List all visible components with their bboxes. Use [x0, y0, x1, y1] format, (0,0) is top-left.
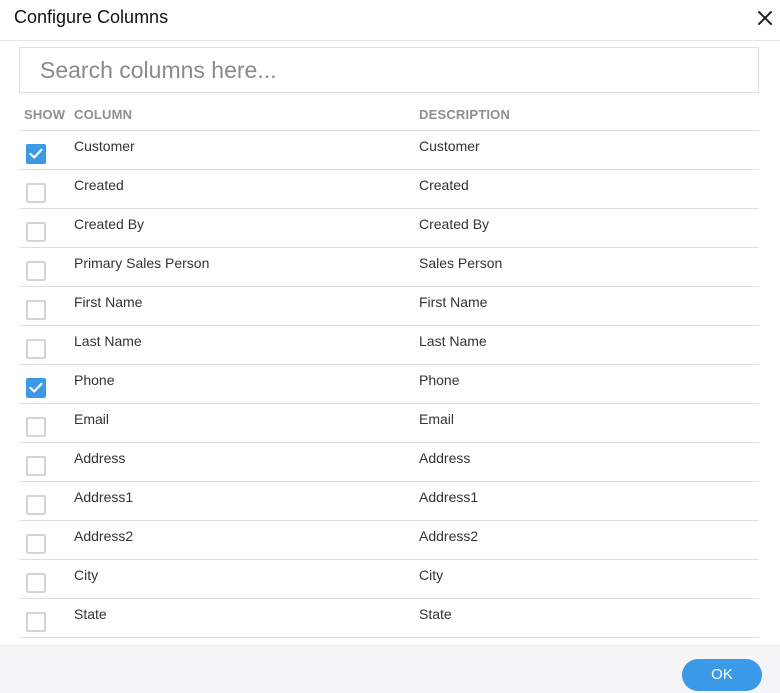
ok-button[interactable]: OK	[682, 659, 762, 691]
show-checkbox[interactable]	[26, 261, 46, 281]
search-columns-input[interactable]	[19, 47, 759, 93]
column-description: Created By	[419, 216, 490, 232]
column-description: Phone	[419, 372, 460, 388]
show-checkbox[interactable]	[26, 495, 46, 515]
column-name: Last Name	[74, 333, 142, 349]
column-name: Customer	[74, 138, 135, 154]
column-name: City	[74, 567, 99, 583]
dialog-footer: OK	[0, 645, 780, 693]
column-description: Address2	[419, 528, 479, 544]
show-checkbox[interactable]	[26, 183, 46, 203]
column-name: Created	[74, 177, 124, 193]
table-row: Address2 Address2	[19, 521, 759, 560]
show-checkbox[interactable]	[26, 222, 46, 242]
column-description: Created	[419, 177, 469, 193]
description-column-header: DESCRIPTION	[419, 107, 511, 122]
show-checkbox[interactable]	[26, 573, 46, 593]
table-row: Created By Created By	[19, 209, 759, 248]
close-icon[interactable]	[756, 9, 774, 27]
show-checkbox[interactable]	[26, 339, 46, 359]
show-checkbox[interactable]	[26, 300, 46, 320]
table-row: City City	[19, 560, 759, 599]
column-description: Email	[419, 411, 455, 427]
table-row: Email Email	[19, 404, 759, 443]
column-name: Address	[74, 450, 126, 466]
show-checkbox[interactable]	[26, 612, 46, 632]
column-description: First Name	[419, 294, 488, 310]
show-checkbox[interactable]	[26, 144, 46, 164]
show-checkbox[interactable]	[26, 417, 46, 437]
column-name: Created By	[74, 216, 145, 232]
table-row: Phone Phone	[19, 365, 759, 404]
column-name: Address1	[74, 489, 134, 505]
column-column-header: COLUMN	[74, 107, 133, 122]
columns-list: Customer Customer Created Created Created By…	[19, 131, 759, 639]
table-row: Primary Sales Person Sales Person	[19, 248, 759, 287]
table-row: Created Created	[19, 170, 759, 209]
table-row: State State	[19, 599, 759, 638]
show-column-header: SHOW	[24, 107, 66, 122]
column-name: First Name	[74, 294, 143, 310]
show-checkbox[interactable]	[26, 534, 46, 554]
show-checkbox[interactable]	[26, 456, 46, 476]
checkmark-icon	[29, 382, 43, 393]
table-header: SHOW COLUMN DESCRIPTION	[19, 103, 759, 131]
configure-columns-dialog: Configure Columns SHOW COLUMN DESCRIPTIO…	[0, 0, 780, 693]
table-row: Last Name Last Name	[19, 326, 759, 365]
column-description: Last Name	[419, 333, 487, 349]
table-row: Address1 Address1	[19, 482, 759, 521]
column-name: Primary Sales Person	[74, 255, 210, 271]
column-description: Address	[419, 450, 471, 466]
column-name: State	[74, 606, 107, 622]
table-row: Address Address	[19, 443, 759, 482]
column-description: State	[419, 606, 452, 622]
column-name: Address2	[74, 528, 134, 544]
dialog-title: Configure Columns	[14, 7, 169, 27]
column-description: Customer	[419, 138, 480, 154]
show-checkbox[interactable]	[26, 378, 46, 398]
checkmark-icon	[29, 148, 43, 159]
dialog-header: Configure Columns	[0, 0, 780, 41]
column-description: Address1	[419, 489, 479, 505]
column-description: City	[419, 567, 444, 583]
column-name: Email	[74, 411, 110, 427]
table-row: First Name First Name	[19, 287, 759, 326]
column-description: Sales Person	[419, 255, 503, 271]
column-name: Phone	[74, 372, 115, 388]
table-row: Customer Customer	[19, 131, 759, 170]
